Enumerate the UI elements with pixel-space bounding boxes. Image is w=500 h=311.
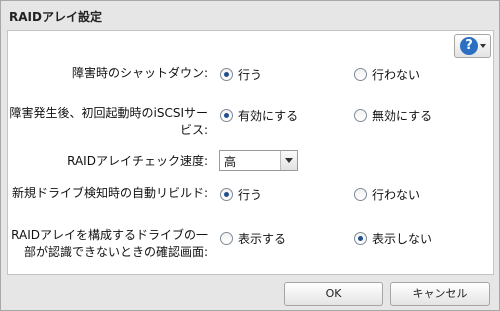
iscsi-option-disable[interactable]: 無効にする — [354, 107, 432, 124]
radio-button[interactable] — [354, 232, 367, 245]
chevron-down-icon[interactable] — [280, 151, 297, 170]
dialog-title: RAIDアレイ設定 — [9, 10, 102, 24]
auto-rebuild-option-off[interactable]: 行わない — [354, 186, 420, 203]
confirm-screen-option-show[interactable]: 表示する — [220, 230, 286, 247]
shutdown-option-off[interactable]: 行わない — [354, 66, 420, 83]
ok-button[interactable]: OK — [284, 282, 383, 306]
cancel-button[interactable]: キャンセル — [390, 282, 490, 306]
iscsi-label-line2: ビス: — [179, 123, 208, 137]
radio-button[interactable] — [354, 188, 367, 201]
caret-down-icon — [480, 44, 486, 48]
shutdown-label: 障害時のシャットダウン: — [71, 66, 208, 80]
radio-button[interactable] — [354, 109, 367, 122]
question-icon: ? — [460, 37, 478, 55]
iscsi-option-enable[interactable]: 有効にする — [220, 107, 298, 124]
radio-button[interactable] — [220, 109, 233, 122]
raid-array-settings-dialog: RAIDアレイ設定 ? 障害時のシャットダウン: 行う 行わない 障害発生後、初… — [0, 0, 500, 311]
auto-rebuild-option-on[interactable]: 行う — [220, 186, 262, 203]
radio-button[interactable] — [220, 232, 233, 245]
auto-rebuild-label: 新規ドライブ検知時の自動リビルド: — [11, 186, 208, 200]
confirm-screen-label-line1: RAIDアレイを構成するドライブの一 — [11, 228, 208, 242]
radio-button[interactable] — [220, 188, 233, 201]
confirm-screen-option-hide[interactable]: 表示しない — [354, 230, 432, 247]
check-speed-label: RAIDアレイチェック速度: — [67, 154, 208, 168]
radio-button[interactable] — [354, 68, 367, 81]
shutdown-option-on[interactable]: 行う — [220, 66, 262, 83]
iscsi-label-line1: 障害発生後、初回起動時のiSCSIサー — [9, 106, 209, 120]
confirm-screen-label-line2: 部が認識できないときの確認画面: — [23, 245, 208, 259]
radio-button[interactable] — [220, 68, 233, 81]
check-speed-select[interactable]: 高 — [219, 150, 298, 171]
check-speed-value: 高 — [224, 155, 237, 169]
help-button[interactable]: ? — [454, 34, 491, 58]
